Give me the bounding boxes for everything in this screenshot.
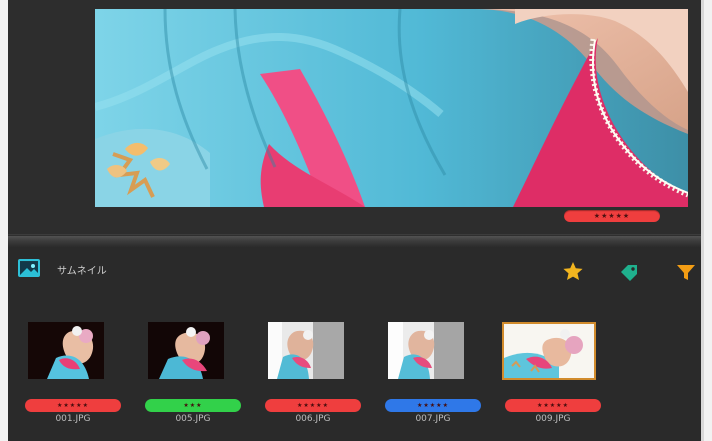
thumbnail-filename: 005.JPG <box>175 414 211 424</box>
preview-rating-stars: ★★★★★ <box>593 212 631 220</box>
preview-panel: ★★★★★ <box>8 0 701 235</box>
thumbnail-rating[interactable]: ★★★★★ <box>25 399 121 412</box>
thumbnail-006[interactable]: ★★★★★ 006.JPG <box>248 322 361 424</box>
thumbnail-001[interactable]: ★★★★★ 001.JPG <box>8 322 121 424</box>
thumbnail-image <box>268 322 344 379</box>
thumbnail-image <box>148 322 224 379</box>
thumbnail-rating[interactable]: ★★★★★ <box>385 399 481 412</box>
thumbnail-filename: 009.JPG <box>535 414 571 424</box>
star-icon[interactable] <box>561 260 585 284</box>
thumbnail-panel-title: サムネイル <box>57 266 107 277</box>
main-preview-image[interactable] <box>95 9 688 207</box>
tag-icon[interactable] <box>617 260 641 284</box>
thumbnail-panel-icon <box>18 259 40 277</box>
thumbnail-filename: 006.JPG <box>295 414 331 424</box>
thumbnail-009[interactable]: ★★★★★ 009.JPG <box>488 322 601 424</box>
thumbnail-filename: 007.JPG <box>415 414 451 424</box>
photo-viewer-app: ★★★★★ サムネイル ★★★★★ 001.JPG ★★★ 005.JPG ★★… <box>8 0 704 441</box>
kimono-photo <box>95 9 688 207</box>
thumbnail-rating-stars: ★★★ <box>183 402 203 409</box>
thumbnail-rating-stars: ★★★★★ <box>57 402 89 409</box>
thumbnail-007[interactable]: ★★★★★ 007.JPG <box>368 322 481 424</box>
thumbnail-image-selected <box>502 322 596 380</box>
thumbnail-image <box>388 322 464 379</box>
thumbnail-filename: 001.JPG <box>55 414 91 424</box>
thumbnail-panel-header: サムネイル <box>8 247 701 287</box>
preview-rating-pill[interactable]: ★★★★★ <box>564 210 660 222</box>
thumbnail-rating-stars: ★★★★★ <box>297 402 329 409</box>
panel-divider[interactable] <box>8 236 701 247</box>
thumbnail-rating[interactable]: ★★★ <box>145 399 241 412</box>
thumbnail-rating-stars: ★★★★★ <box>417 402 449 409</box>
thumbnail-image <box>28 322 104 379</box>
thumbnail-rating-stars: ★★★★★ <box>537 402 569 409</box>
filter-icon[interactable] <box>674 260 698 284</box>
thumbnail-rating[interactable]: ★★★★★ <box>505 399 601 412</box>
thumbnail-005[interactable]: ★★★ 005.JPG <box>128 322 241 424</box>
thumbnail-rating[interactable]: ★★★★★ <box>265 399 361 412</box>
